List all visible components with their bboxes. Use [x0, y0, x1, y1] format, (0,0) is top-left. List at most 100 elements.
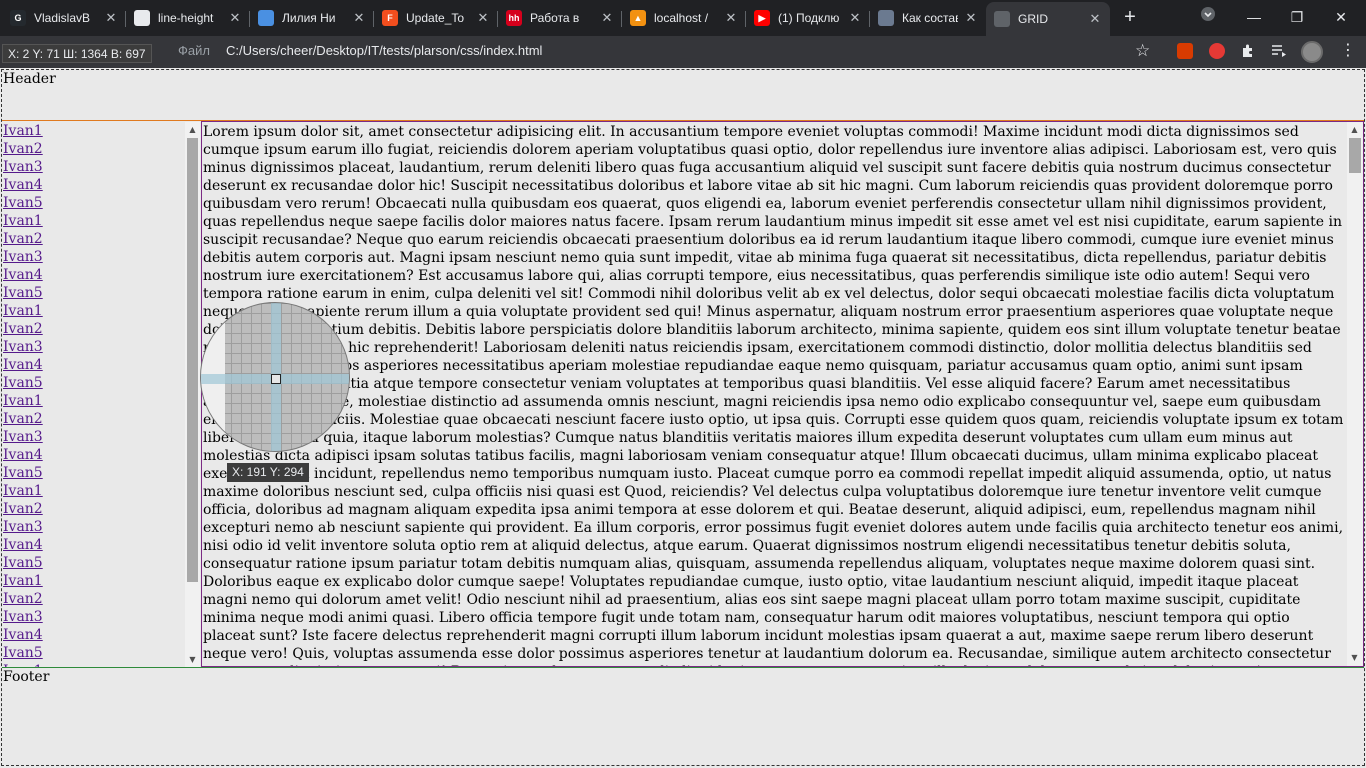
sidebar-link[interactable]: Ivan4: [3, 446, 183, 464]
browser-toolbar: Файл C:/Users/cheer/Desktop/IT/tests/pla…: [0, 36, 1366, 68]
browser-tab[interactable]: hh Работа в ✕: [498, 4, 622, 32]
chevron-down-icon: [1201, 7, 1215, 21]
new-tab-button[interactable]: +: [1118, 6, 1142, 30]
sidebar-link[interactable]: Ivan5: [3, 464, 183, 482]
tab-search-button[interactable]: [1196, 6, 1220, 30]
tab-label: line-height: [158, 11, 214, 25]
sidebar-link[interactable]: Ivan5: [3, 194, 183, 212]
window-icon: [134, 10, 150, 26]
tab-close-icon[interactable]: ✕: [964, 10, 978, 26]
file-scheme-label: Файл: [178, 43, 210, 58]
scroll-down-arrow-icon[interactable]: ▼: [185, 652, 200, 667]
magnifier-loupe: [200, 302, 350, 452]
sidebar-link[interactable]: Ivan1: [3, 482, 183, 500]
minimize-button[interactable]: —: [1242, 6, 1266, 30]
sidebar-scroll-thumb[interactable]: [187, 138, 198, 582]
sidebar-link[interactable]: Ivan3: [3, 338, 183, 356]
sidebar-link[interactable]: Ivan1: [3, 572, 183, 590]
tab-close-icon[interactable]: ✕: [104, 10, 118, 26]
sidebar-link[interactable]: Ivan1: [3, 392, 183, 410]
sidebar-link[interactable]: Ivan1: [3, 122, 183, 140]
media-queue-icon[interactable]: [1271, 43, 1287, 59]
sidebar-link[interactable]: Ivan2: [3, 410, 183, 428]
browser-tab[interactable]: Как состав ✕: [870, 4, 986, 32]
tab-label: Работа в: [530, 11, 580, 25]
youtube-icon: ▶: [754, 10, 770, 26]
tab-label: Update_To: [406, 11, 465, 25]
tab-close-icon[interactable]: ✕: [848, 10, 862, 26]
github-icon: G: [10, 10, 26, 26]
tab-close-icon[interactable]: ✕: [600, 10, 614, 26]
tab-close-icon[interactable]: ✕: [352, 10, 366, 26]
sidebar: Ivan1 Ivan2 Ivan3 Ivan4 Ivan5 Ivan1 Ivan2 Ivan3…: [2, 122, 201, 667]
office-extension-icon[interactable]: [1177, 43, 1193, 59]
tab-label: Как состав: [902, 11, 958, 25]
tab-close-icon[interactable]: ✕: [476, 10, 490, 26]
cursor-coordinates-tooltip: X: 191 Y: 294: [227, 463, 309, 482]
address-url[interactable]: C:/Users/cheer/Desktop/IT/tests/plarson/…: [226, 43, 542, 58]
sidebar-link[interactable]: Ivan5: [3, 284, 183, 302]
main-scrollbar[interactable]: ▲ ▼: [1347, 122, 1363, 666]
close-window-button[interactable]: ✕: [1329, 6, 1353, 30]
sidebar-link[interactable]: Ivan2: [3, 140, 183, 158]
profile-avatar[interactable]: [1301, 41, 1323, 63]
sidebar-link[interactable]: Ivan4: [3, 356, 183, 374]
tab-close-icon[interactable]: ✕: [1088, 11, 1102, 27]
sidebar-link[interactable]: Ivan4: [3, 626, 183, 644]
hh-icon: hh: [506, 10, 522, 26]
page-header: Header: [2, 70, 1364, 121]
sidebar-link[interactable]: Ivan3: [3, 608, 183, 626]
tab-label: localhost /: [654, 11, 709, 25]
scroll-up-arrow-icon[interactable]: ▲: [185, 122, 200, 137]
bookmark-star-icon[interactable]: ☆: [1135, 41, 1150, 61]
tab-label: VladislavB: [34, 11, 91, 25]
sidebar-link[interactable]: Ivan2: [3, 230, 183, 248]
tab-label: GRID: [1018, 12, 1048, 26]
crosshair-center-pixel: [271, 374, 281, 384]
sidebar-link[interactable]: Ivan4: [3, 176, 183, 194]
maximize-button[interactable]: ❐: [1285, 6, 1309, 30]
measure-tooltip: X: 2 Y: 71 Ш: 1364 В: 697: [2, 44, 152, 63]
sidebar-link[interactable]: Ivan1: [3, 302, 183, 320]
browser-tab[interactable]: ▶ (1) Подклю ✕: [746, 4, 870, 32]
sidebar-link[interactable]: Ivan5: [3, 554, 183, 572]
browser-tab[interactable]: GRID ✕: [986, 2, 1110, 36]
main-paragraph: Lorem ipsum dolor sit, amet consectetur …: [203, 124, 1344, 666]
sidebar-link-list: Ivan1 Ivan2 Ivan3 Ivan4 Ivan5 Ivan1 Ivan2 Ivan3…: [3, 122, 183, 667]
sidebar-link[interactable]: Ivan4: [3, 266, 183, 284]
sidebar-link[interactable]: Ivan5: [3, 644, 183, 662]
browser-tab[interactable]: G VladislavB ✕: [2, 4, 126, 32]
address-bar[interactable]: Файл C:/Users/cheer/Desktop/IT/tests/pla…: [170, 39, 1170, 65]
sidebar-link[interactable]: Ivan1: [3, 212, 183, 230]
tab-strip: G VladislavB ✕ line-height ✕ Лилия Ни ✕ F Update…: [0, 0, 1366, 36]
tab-label: (1) Подклю: [778, 11, 840, 25]
scroll-up-arrow-icon[interactable]: ▲: [1347, 122, 1362, 137]
phpmyadmin-icon: ▲: [630, 10, 646, 26]
main-content: Lorem ipsum dolor sit, amet consectetur …: [201, 121, 1364, 667]
sidebar-link[interactable]: Ivan3: [3, 248, 183, 266]
scroll-down-arrow-icon[interactable]: ▼: [1347, 650, 1362, 665]
feather-icon: [258, 10, 274, 26]
sidebar-link[interactable]: Ivan4: [3, 536, 183, 554]
browser-menu-icon[interactable]: ⋮: [1340, 40, 1356, 59]
sidebar-scrollbar[interactable]: ▲ ▼: [185, 122, 200, 667]
sidebar-link[interactable]: Ivan2: [3, 320, 183, 338]
sidebar-link[interactable]: Ivan2: [3, 500, 183, 518]
tab-close-icon[interactable]: ✕: [724, 10, 738, 26]
puzzle-extensions-icon[interactable]: [1240, 43, 1256, 59]
sidebar-link[interactable]: Ivan3: [3, 428, 183, 446]
sidebar-link[interactable]: Ivan3: [3, 518, 183, 536]
tab-close-icon[interactable]: ✕: [228, 10, 242, 26]
browser-tab[interactable]: Лилия Ни ✕: [250, 4, 374, 32]
figma-icon: F: [382, 10, 398, 26]
browser-tab[interactable]: F Update_To ✕: [374, 4, 498, 32]
main-scroll-thumb[interactable]: [1349, 138, 1361, 173]
sidebar-link[interactable]: Ivan3: [3, 158, 183, 176]
browser-tab[interactable]: line-height ✕: [126, 4, 250, 32]
sidebar-link[interactable]: Ivan2: [3, 590, 183, 608]
page-footer: Footer: [2, 667, 1364, 765]
browser-tab[interactable]: ▲ localhost / ✕: [622, 4, 746, 32]
sidebar-link[interactable]: Ivan5: [3, 374, 183, 392]
globe-icon: [994, 11, 1010, 27]
adblock-extension-icon[interactable]: [1209, 43, 1225, 59]
